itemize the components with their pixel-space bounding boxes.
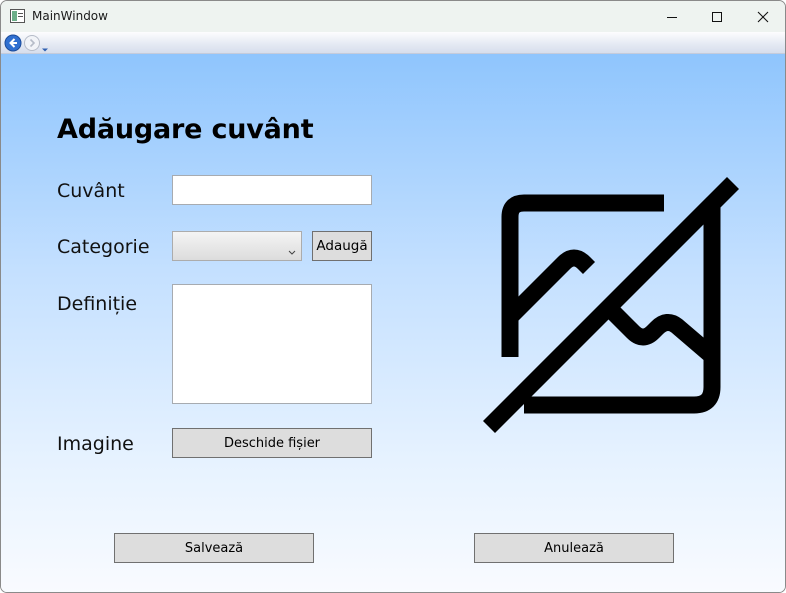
minimize-button[interactable] — [649, 1, 695, 32]
cancel-button[interactable]: Anulează — [474, 533, 674, 563]
word-input[interactable] — [172, 175, 372, 205]
app-window-icon — [10, 9, 25, 23]
definition-textarea[interactable] — [172, 284, 372, 404]
add-category-button[interactable]: Adaugă — [312, 231, 372, 261]
form-area: Adăugare cuvânt Cuvânt Categorie Adaugă … — [1, 54, 785, 592]
page-title: Adăugare cuvânt — [57, 114, 314, 145]
back-arrow-icon[interactable] — [4, 34, 22, 52]
image-off-icon — [481, 174, 741, 434]
title-bar[interactable]: MainWindow — [1, 1, 785, 32]
category-label: Categorie — [57, 236, 150, 258]
maximize-button[interactable] — [694, 1, 740, 32]
maximize-icon — [712, 11, 722, 22]
open-file-button[interactable]: Deschide fișier — [172, 428, 372, 458]
navigation-bar — [1, 32, 785, 54]
forward-arrow-icon[interactable] — [23, 34, 41, 52]
close-icon — [757, 11, 769, 22]
minimize-icon — [667, 16, 677, 18]
main-window: MainWindow Adăugare cuvânt Cuvânt Catego… — [0, 0, 786, 593]
history-dropdown-icon[interactable] — [41, 40, 49, 52]
window-title: MainWindow — [32, 9, 108, 23]
definition-label: Definiție — [57, 293, 138, 315]
close-button[interactable] — [740, 1, 785, 32]
image-label: Imagine — [57, 433, 134, 455]
chevron-down-icon — [288, 243, 296, 255]
word-label: Cuvânt — [57, 180, 125, 202]
save-button[interactable]: Salvează — [114, 533, 314, 563]
category-select[interactable] — [172, 231, 302, 261]
